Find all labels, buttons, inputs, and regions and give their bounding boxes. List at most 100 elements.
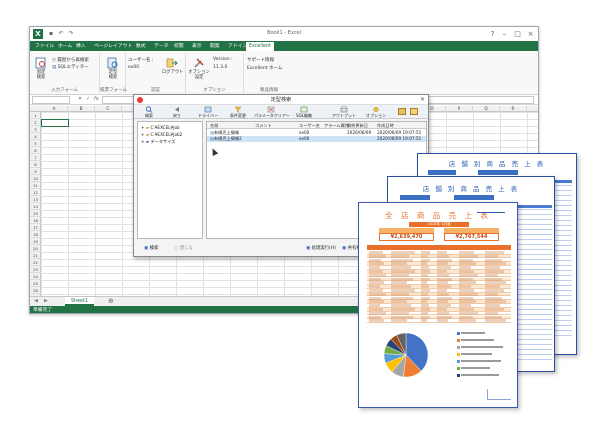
cancel-icon[interactable]: ✕ <box>78 96 82 102</box>
logout-button[interactable]: ログアウト <box>162 57 183 75</box>
table-cell <box>369 254 386 258</box>
search-button[interactable]: ▣ 検索 <box>144 245 158 253</box>
row-header[interactable]: 9 <box>30 168 41 175</box>
toolbar-option-button[interactable]: オプション <box>364 106 388 118</box>
ribbon-group-product-info: サポート情報 Excellent ホーム 製品情報 <box>244 53 294 93</box>
list-item[interactable]: ▤有線売上情報2 ex00 2020/06/09 19:07:51 <box>207 136 426 142</box>
maximize-icon[interactable]: □ <box>512 29 523 39</box>
table-cell <box>437 254 450 258</box>
row-header[interactable]: 19 <box>30 238 41 245</box>
sheet-next-icon[interactable]: ▶ <box>44 298 48 304</box>
active-cell[interactable] <box>41 119 69 127</box>
row-header[interactable]: 7 <box>30 154 41 161</box>
name-box[interactable] <box>32 96 70 104</box>
row-header[interactable]: 18 <box>30 231 41 238</box>
toolbar-driver-button[interactable]: ドライバー <box>196 106 220 118</box>
expand-icon[interactable]: + <box>141 125 145 130</box>
table-cell <box>459 315 473 319</box>
standard-search-button[interactable]: 定型 検索 <box>104 57 122 80</box>
toolbar-back-button[interactable]: 戻り <box>168 106 186 118</box>
toolbar-search-button[interactable]: 検索 <box>140 106 158 118</box>
report-middle-period-bar <box>454 195 494 200</box>
table-cell <box>421 273 428 277</box>
minimize-icon[interactable]: – <box>499 29 510 39</box>
sheet-prev-icon[interactable]: ◀ <box>34 298 38 304</box>
tab-formulas[interactable]: 数式 <box>133 42 149 51</box>
toolbar-sql-edit-button[interactable]: SQL編集 <box>292 106 316 118</box>
col-name[interactable]: 名前 <box>210 122 218 129</box>
toolbar-param-clear-label: パラメータクリアー <box>254 113 290 118</box>
row-header[interactable]: 26 <box>30 287 41 294</box>
row-header[interactable]: 24 <box>30 273 41 280</box>
open-folder-icon[interactable] <box>410 108 418 115</box>
table-cell <box>421 258 430 262</box>
tree-item-job[interactable]: + ▰ C:¥EXCEL¥Job <box>141 125 180 130</box>
col-user[interactable]: ユーザー名 <box>299 122 320 129</box>
close-button[interactable]: ▢ 閉じる <box>174 245 193 253</box>
row-header[interactable]: 13 <box>30 196 41 203</box>
report-middle-header-bar <box>400 195 430 200</box>
history-research-item[interactable]: ◷ 履歴から再検索 <box>52 57 89 63</box>
exec-history-button[interactable]: ▣ 処理実行(H) <box>306 245 336 253</box>
title-bar: X ▪ ↶ ↷ Book1 - Excel ? – □ × <box>30 27 538 41</box>
row-header[interactable]: 17 <box>30 224 41 231</box>
close-icon[interactable]: × <box>525 29 536 39</box>
expand-icon[interactable]: + <box>141 132 145 137</box>
excellent-home-link[interactable]: Excellent ホーム <box>247 65 282 71</box>
table-cell <box>369 296 382 300</box>
row-header[interactable]: 20 <box>30 245 41 252</box>
add-sheet-icon[interactable]: ⊕ <box>108 297 114 305</box>
col-alarm[interactable]: アラーム属性 <box>324 122 349 129</box>
row-header[interactable]: 22 <box>30 259 41 266</box>
tab-pagelayout[interactable]: ページレイアウト <box>91 42 135 51</box>
tab-data[interactable]: データ <box>151 42 171 51</box>
folder-icon[interactable] <box>398 108 406 115</box>
row-header[interactable]: 23 <box>30 266 41 273</box>
dialog-close-icon[interactable]: ✕ <box>420 96 425 103</box>
sheet-tab[interactable]: Sheet1 <box>65 297 94 306</box>
legend-text <box>461 374 499 376</box>
row-header[interactable]: 14 <box>30 203 41 210</box>
tree-item-datasize[interactable]: + ▰ データサイズ <box>141 139 175 145</box>
table-cell <box>485 296 502 300</box>
tab-review[interactable]: 校閲 <box>171 42 187 51</box>
toolbar-param-clear-button[interactable]: パラメータクリアー <box>254 106 290 118</box>
tab-file[interactable]: ファイル <box>32 42 57 51</box>
col-comment[interactable]: コメント <box>255 122 272 129</box>
row-header[interactable]: 12 <box>30 189 41 196</box>
fx-icon[interactable]: fx <box>94 96 99 102</box>
row-header[interactable]: 6 <box>30 147 41 154</box>
row-header[interactable]: 16 <box>30 217 41 224</box>
support-info-link[interactable]: サポート情報 <box>247 57 274 63</box>
tab-insert[interactable]: 挿入 <box>73 42 89 51</box>
col-created[interactable]: 作成日時 <box>377 122 394 129</box>
enter-icon[interactable]: ✓ <box>86 96 90 102</box>
expand-icon[interactable]: + <box>141 139 145 144</box>
help-icon[interactable]: ? <box>487 29 498 39</box>
row-header[interactable]: 4 <box>30 133 41 140</box>
row-header[interactable]: 21 <box>30 252 41 259</box>
row-header[interactable]: 5 <box>30 140 41 147</box>
row-header[interactable]: 11 <box>30 182 41 189</box>
row-header[interactable]: 1 <box>30 112 41 119</box>
fixed-search-button[interactable]: 固定 検索 <box>33 57 49 80</box>
row-header[interactable]: 3 <box>30 126 41 133</box>
row-header[interactable]: 15 <box>30 210 41 217</box>
row-header[interactable]: 25 <box>30 280 41 287</box>
toolbar-condition-button[interactable]: 条件変更 <box>226 106 250 118</box>
table-cell <box>369 281 385 285</box>
sql-editor-item[interactable]: ▤ SQLエディター <box>52 64 89 70</box>
row-header[interactable]: 8 <box>30 161 41 168</box>
row-header[interactable]: 2 <box>30 119 41 126</box>
legend-text <box>461 332 485 334</box>
row-header[interactable]: 10 <box>30 175 41 182</box>
item-name: ▤有線売上情報2 <box>210 136 242 141</box>
toolbar-output-button[interactable]: アウトプット <box>330 106 358 118</box>
tab-developer[interactable]: 開発 <box>207 42 223 51</box>
tree-item-job2[interactable]: + ▰ C:¥EXCEL¥Job2 <box>141 132 182 137</box>
col-updated[interactable]: 最終更新日 <box>347 122 368 129</box>
table-cell <box>421 289 431 292</box>
tab-view[interactable]: 表示 <box>189 42 205 51</box>
tab-excellent[interactable]: Excellent <box>246 42 274 51</box>
option-settings-button[interactable]: オプション 設定 <box>188 57 210 80</box>
